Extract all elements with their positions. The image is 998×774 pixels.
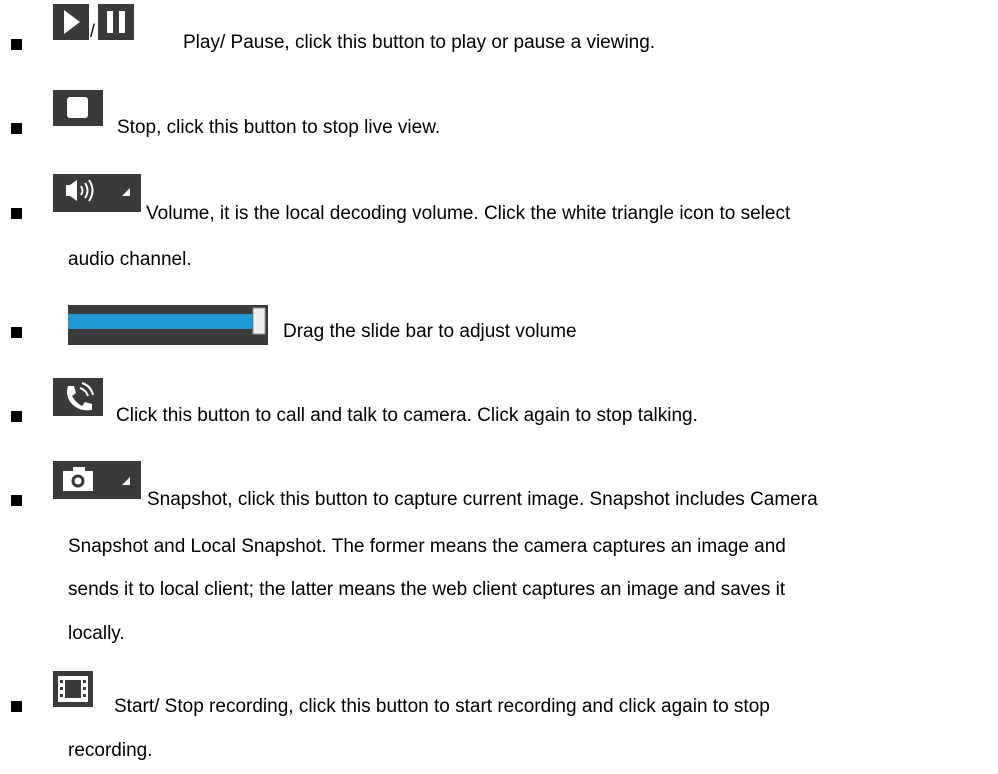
phone-icon[interactable] [53, 378, 103, 416]
film-icon[interactable] [53, 671, 93, 707]
bullet [11, 701, 22, 712]
volume-icon[interactable] [53, 174, 141, 212]
item-text: Volume, it is the local decoding volume.… [146, 203, 791, 224]
item-text: Stop, click this button to stop live vie… [117, 117, 441, 138]
slider-thumb [252, 307, 266, 335]
bullet [11, 411, 22, 422]
separator: / [90, 21, 96, 41]
item-text-continued: Snapshot and Local Snapshot. The former … [68, 536, 786, 557]
bullet [11, 327, 22, 338]
item-text: Start/ Stop recording, click this button… [114, 696, 770, 717]
item-text-continued: locally. [68, 623, 125, 644]
pause-icon[interactable] [98, 4, 135, 40]
item-text: Play/ Pause, click this button to play o… [183, 32, 656, 53]
stop-icon[interactable] [53, 90, 103, 126]
camera-icon[interactable] [53, 461, 141, 499]
play-icon[interactable] [53, 4, 89, 40]
bullet [11, 39, 22, 50]
item-text-continued: audio channel. [68, 249, 192, 270]
item-text: Snapshot, click this button to capture c… [147, 489, 818, 510]
item-text-continued: recording. [68, 740, 153, 761]
bullet [11, 495, 22, 506]
bullet [11, 123, 22, 134]
bullet [11, 208, 22, 219]
item-text-continued: sends it to local client; the latter mea… [68, 579, 786, 600]
item-text: Drag the slide bar to adjust volume [283, 321, 577, 342]
volume-slider[interactable] [68, 305, 268, 345]
item-text: Click this button to call and talk to ca… [116, 405, 698, 426]
